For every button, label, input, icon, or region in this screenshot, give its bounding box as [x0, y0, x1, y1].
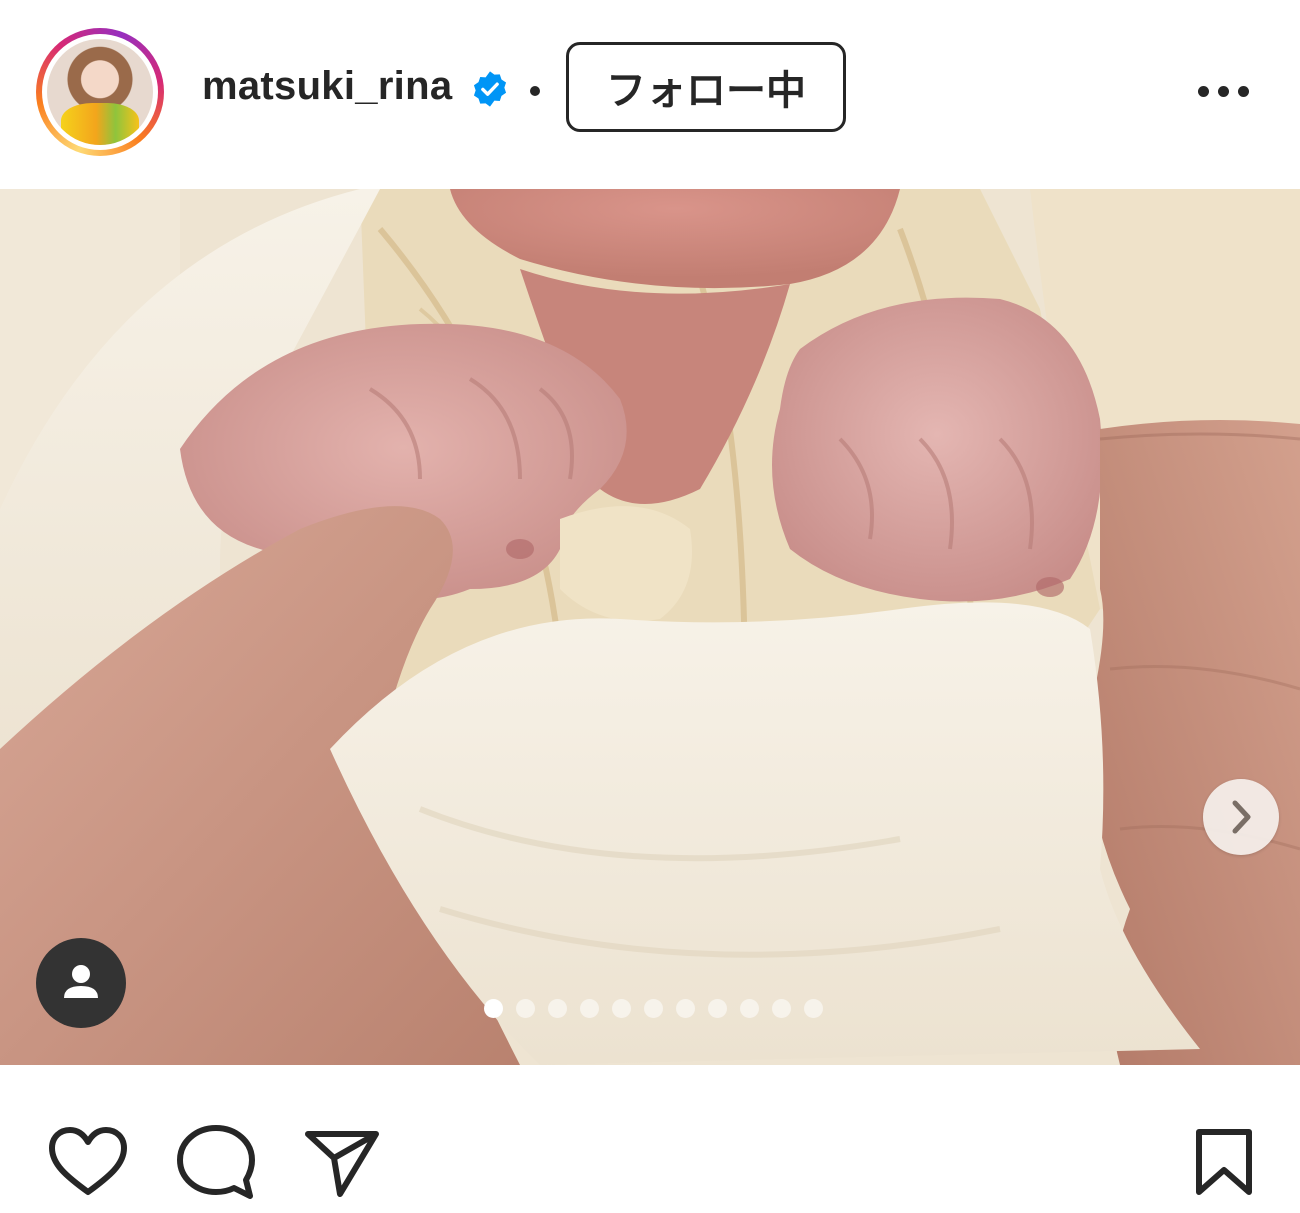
carousel-dot [484, 999, 503, 1018]
heart-icon[interactable] [48, 1126, 128, 1198]
tagged-users-button[interactable] [36, 938, 126, 1028]
post-header: matsuki_rina フォロー中 [0, 0, 1300, 188]
baby-photo [0, 189, 1300, 1065]
tagged-user-icon [64, 965, 98, 998]
carousel-dot [516, 999, 535, 1018]
carousel-indicator [484, 999, 829, 1019]
username-link[interactable]: matsuki_rina [202, 64, 452, 109]
carousel-dot [708, 999, 727, 1018]
carousel-dot [804, 999, 823, 1018]
separator-dot [530, 86, 540, 96]
following-button[interactable]: フォロー中 [566, 42, 846, 132]
bookmark-icon[interactable] [1194, 1128, 1254, 1198]
chevron-right-icon [1232, 800, 1251, 834]
post-media[interactable] [0, 189, 1300, 1065]
carousel-dot [772, 999, 791, 1018]
carousel-dot [548, 999, 567, 1018]
carousel-dot [676, 999, 695, 1018]
comment-icon[interactable] [176, 1124, 256, 1202]
more-options-icon[interactable] [1196, 84, 1252, 100]
avatar[interactable] [47, 39, 153, 145]
carousel-dot [740, 999, 759, 1018]
carousel-dot [612, 999, 631, 1018]
carousel-dot [580, 999, 599, 1018]
next-image-button[interactable] [1203, 779, 1279, 855]
story-ring[interactable] [36, 28, 164, 156]
carousel-dot [644, 999, 663, 1018]
send-icon[interactable] [304, 1128, 380, 1198]
verified-badge-icon [473, 71, 507, 107]
